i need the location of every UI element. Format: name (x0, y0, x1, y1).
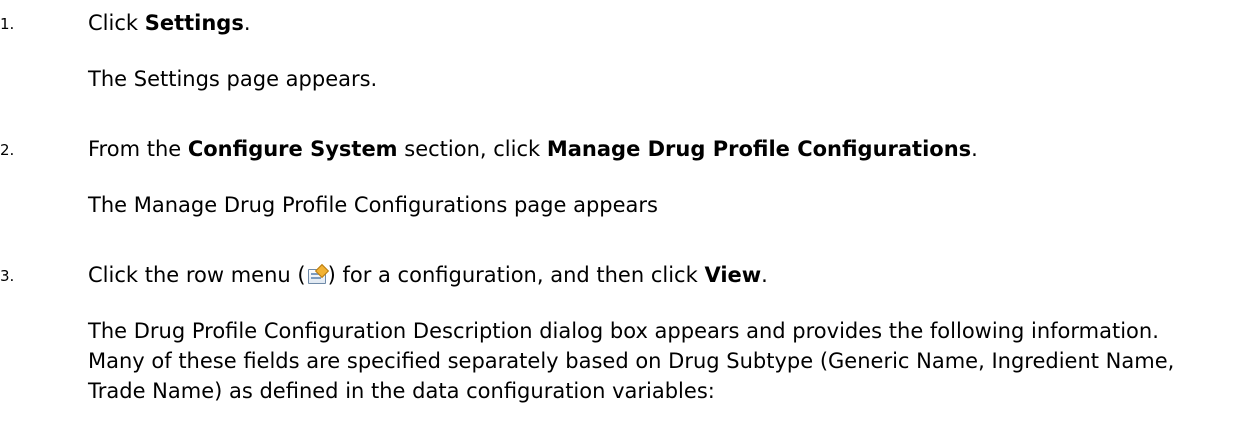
step-result: The Settings page appears. (88, 67, 378, 91)
instruction-text: Click the row menu ( (88, 263, 306, 287)
ui-term-manage-drug-profile-configurations: Manage Drug Profile Configurations (546, 137, 972, 161)
step-result: The Drug Profile Configuration Descripti… (88, 319, 1175, 403)
step-instruction: From the Configure System section, click… (88, 134, 978, 164)
ui-term-view: View (704, 263, 762, 287)
instruction-text: . (243, 11, 251, 35)
instruction-text: section, click (397, 137, 547, 161)
row-menu-icon (307, 263, 329, 284)
step-number: 1. (0, 15, 15, 33)
step-instruction: Click the row menu ( ) for a configuratio… (88, 260, 768, 290)
instruction-text: . (971, 137, 978, 161)
instruction-text: . (761, 263, 768, 287)
instruction-text: ) for a configuration, and then click (327, 263, 705, 287)
ui-term-settings: Settings (144, 11, 244, 35)
step-number: 2. (0, 141, 15, 159)
ui-term-configure-system: Configure System (187, 137, 398, 161)
step-result: The Manage Drug Profile Configurations p… (88, 193, 658, 217)
step-instruction: Click Settings. (88, 8, 251, 38)
instruction-text: From the (88, 137, 188, 161)
step-number: 3. (0, 267, 15, 285)
instruction-text: Click (88, 11, 145, 35)
